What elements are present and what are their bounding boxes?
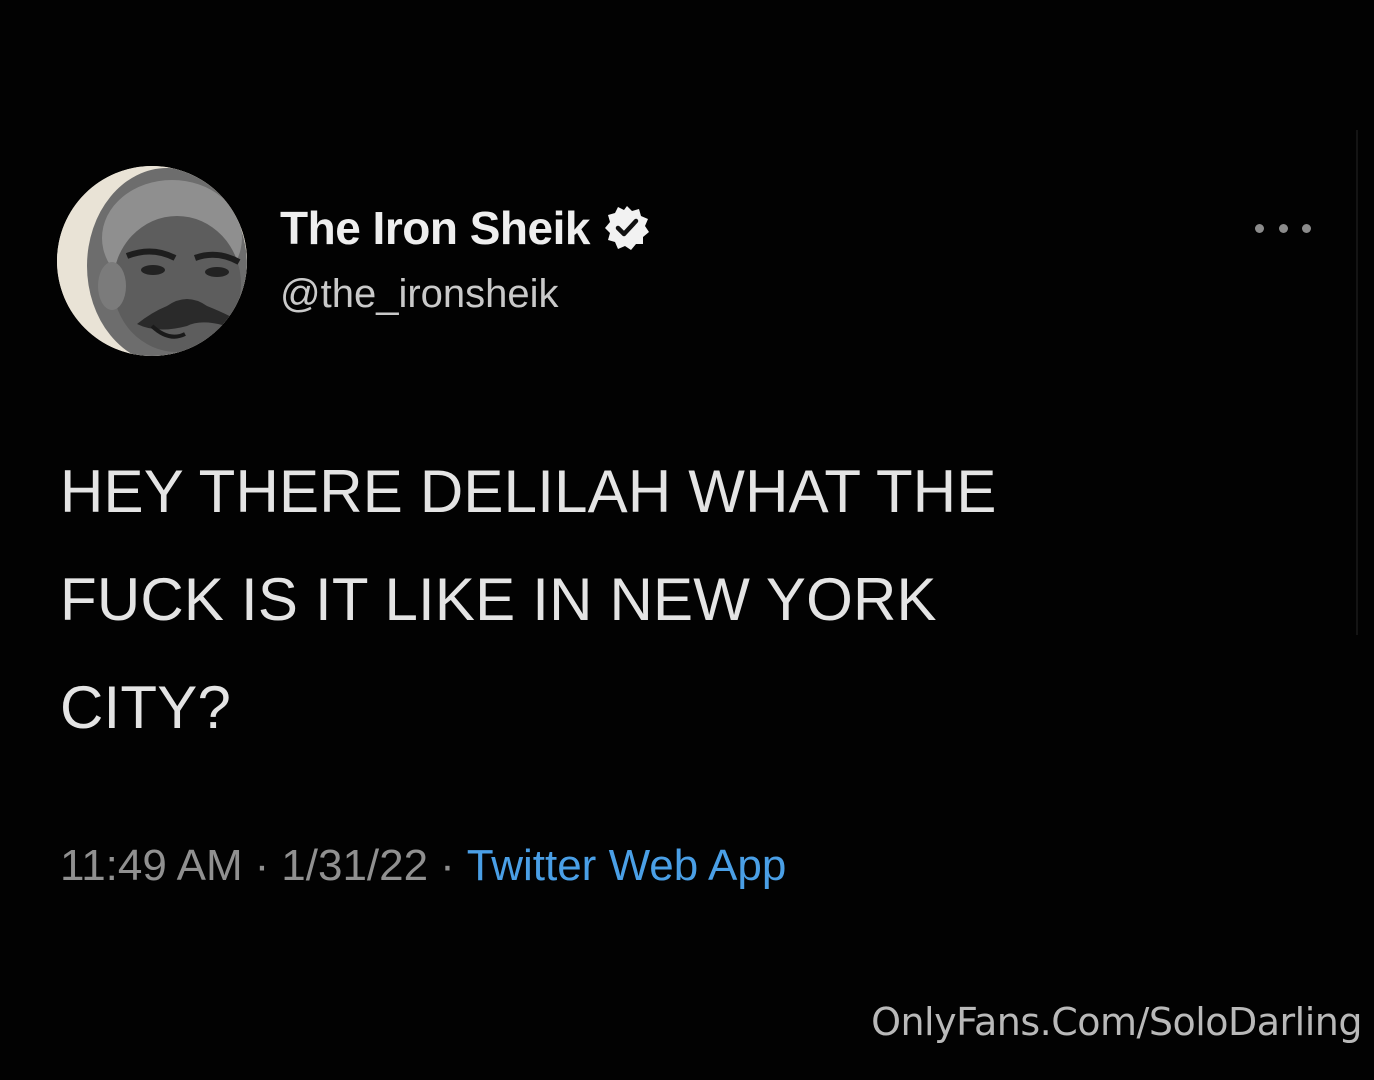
tweet-time[interactable]: 11:49 AM [60,841,243,891]
more-dot [1255,223,1264,233]
more-dot [1278,223,1288,233]
verified-badge-icon [602,203,652,253]
more-options-icon[interactable] [1253,216,1313,240]
tweet-meta: 11:49 AM · 1/31/22 · Twitter Web App [60,834,786,898]
tweet-date[interactable]: 1/31/22 [281,841,428,891]
author-handle[interactable]: @the_ironsheik [280,272,559,317]
tweet-text-line: HEY THERE DELILAH WHAT THE [60,458,997,525]
watermark-text: OnlyFans.Com/SoloDarling [871,1000,1362,1044]
author-name-row[interactable]: The Iron Sheik [280,200,652,256]
tweet-body: HEY THERE DELILAH WHAT THE FUCK IS IT LI… [60,438,1260,762]
edge-divider [1356,130,1358,635]
tweet-text-line: FUCK IS IT LIKE IN NEW YORK [60,566,937,633]
more-dot [1302,223,1311,233]
tweet-source-link[interactable]: Twitter Web App [467,841,787,891]
author-display-name[interactable]: The Iron Sheik [280,201,590,255]
author-avatar[interactable] [57,166,247,356]
avatar-photo [57,166,247,356]
meta-separator: · [254,841,270,890]
tweet-text-line: CITY? [60,674,232,741]
meta-separator: · [440,841,455,890]
screenshot-page: The Iron Sheik @the_ironsheik HEY THERE … [0,0,1374,1080]
tweet-card: The Iron Sheik @the_ironsheik HEY THERE … [0,0,1374,1080]
